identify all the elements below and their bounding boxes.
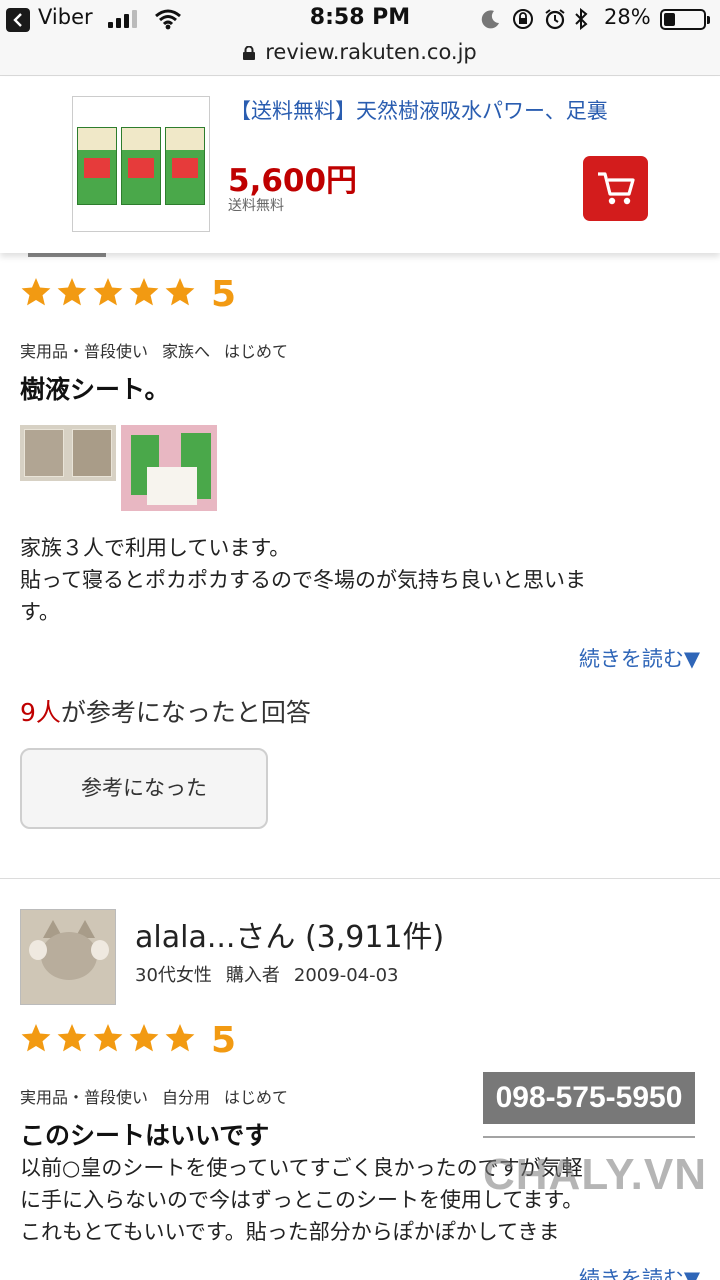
tag-purchase: はじめて [224,342,289,361]
previous-avatar-edge [28,253,106,257]
helpful-count: 9人 [20,698,61,727]
star-icon [129,278,159,306]
rating-stars [20,276,200,312]
review-divider [0,878,720,879]
review-tags: 実用品・普段使い 自分用 はじめて [20,1084,302,1108]
bluetooth-icon [574,7,590,31]
tag-recipient: 自分用 [162,1088,211,1107]
avatar[interactable] [20,909,116,1005]
rating-value: 5 [211,1020,237,1061]
review-photo[interactable] [20,425,116,481]
helpful-button[interactable]: 参考になった [20,748,268,829]
rotation-lock-icon [512,8,534,30]
review-title: このシートはいいです [20,1121,270,1150]
star-icon [21,1024,51,1052]
battery-percent: 28% [604,5,651,29]
lock-icon [243,46,256,60]
tag-purchase: はじめて [224,1088,289,1107]
rating-value: 5 [211,274,237,315]
battery-fill [664,13,675,26]
product-title-link[interactable]: 【送料無料】天然樹液吸水パワー、足裏 [230,95,608,125]
review-photo[interactable] [121,425,217,511]
review-title: 樹液シート。 [20,375,170,404]
read-more-link[interactable]: 続きを読む▼ [579,643,700,673]
product-header: 【送料無料】天然樹液吸水パワー、足裏 5,600円 送料無料 [0,77,720,253]
reviewer-name-link[interactable]: alala...さん (3,911件) [135,912,444,956]
star-icon [21,278,51,306]
star-icon [93,1024,123,1052]
status-bar: Viber 8:58 PM 28% [0,0,720,36]
rating-stars [20,1022,200,1058]
watermark-brand: CHALY.VN [483,1150,707,1199]
star-icon [93,278,123,306]
read-more-link[interactable]: 続きを読む▼ [579,1263,700,1280]
tag-usage: 実用品・普段使い [20,1088,149,1107]
star-icon [57,1024,87,1052]
product-price: 5,600円 [228,163,358,199]
star-icon [165,278,195,306]
helpful-summary: 9人が参考になったと回答 [20,698,311,727]
watermark-divider [483,1136,695,1138]
star-icon [165,1024,195,1052]
tag-usage: 実用品・普段使い [20,342,149,361]
product-image[interactable] [72,96,210,232]
battery-icon [660,9,710,30]
moon-icon [480,8,502,30]
watermark-phone: 098-575-5950 [483,1072,695,1124]
star-icon [129,1024,159,1052]
url-bar[interactable]: review.rakuten.co.jp [0,36,720,76]
review-body: 家族３人で利用しています。 貼って寝るとポカポカするので冬場のが気持ち良いと思い… [20,536,586,624]
review-date: 2009-04-03 [293,965,399,986]
reviewer-age: 30代女性 [135,965,212,986]
tag-recipient: 家族へ [162,342,211,361]
review-tags: 実用品・普段使い 家族へ はじめて [20,338,302,362]
add-to-cart-button[interactable] [583,156,648,221]
alarm-icon [544,8,566,30]
cart-icon [598,172,635,205]
reviewer-status: 購入者 [225,965,280,986]
url-text[interactable]: review.rakuten.co.jp [265,40,477,64]
reviewer-meta: 30代女性 購入者 2009-04-03 [135,961,413,987]
star-icon [57,278,87,306]
shipping-label: 送料無料 [228,198,284,214]
